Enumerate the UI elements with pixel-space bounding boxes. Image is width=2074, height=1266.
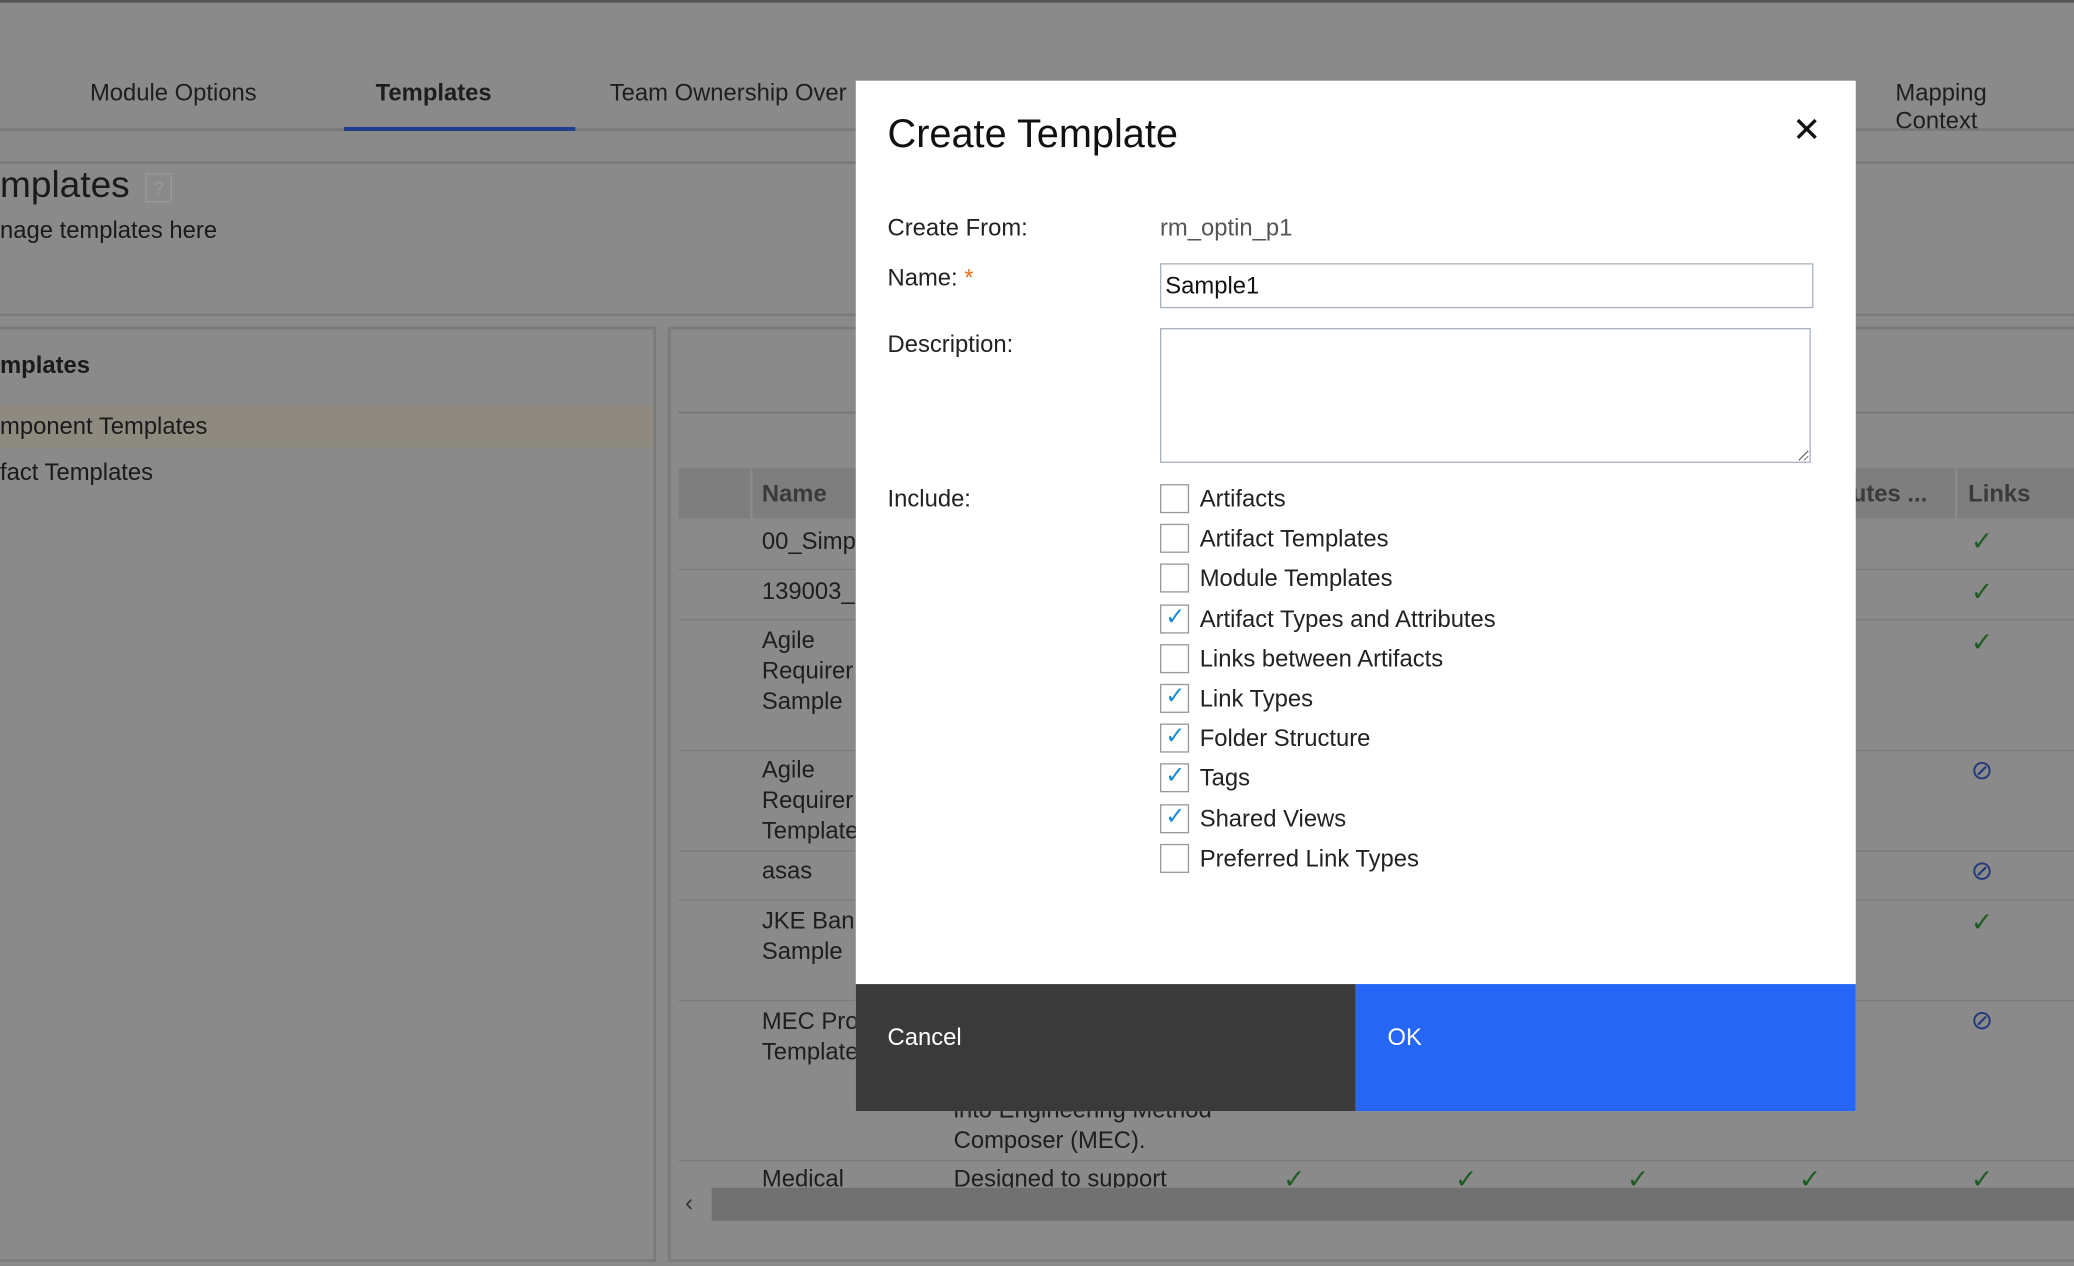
table-row-name[interactable]: 139003_ [762, 577, 855, 607]
dialog-title: Create Template [887, 112, 1178, 157]
table-row-name[interactable]: Agile Requirer Sample [762, 626, 853, 717]
include-checkbox[interactable] [1160, 563, 1190, 594]
top-border [0, 0, 2074, 3]
left-panel-item-artifact-templates[interactable]: fact Templates [0, 459, 153, 487]
include-checkbox-label[interactable]: Folder Structure [1200, 725, 1371, 753]
left-panel-title: mplates [0, 351, 90, 379]
include-checkbox-label[interactable]: Shared Views [1200, 805, 1346, 833]
include-checkbox-label[interactable]: Tags [1200, 765, 1250, 793]
left-panel-item-component-templates[interactable]: mponent Templates [0, 413, 207, 441]
name-label: Name: * [888, 265, 974, 293]
name-line: Agile [761, 626, 815, 654]
create-from-value: rm_optin_p1 [1160, 214, 1293, 241]
name-line: Template [761, 1038, 859, 1065]
tab-mapping-context[interactable]: Mapping Context [1895, 79, 2074, 135]
description-label: Description: [887, 330, 1014, 358]
not-allowed-icon: ⊘ [1970, 756, 1993, 786]
include-checkbox[interactable] [1160, 484, 1190, 514]
not-allowed-icon: ⊘ [1970, 857, 1993, 887]
include-checkbox-label[interactable]: Preferred Link Types [1200, 845, 1419, 873]
name-label-text: Name: [887, 264, 958, 291]
column-header-name[interactable]: Name [762, 479, 827, 509]
name-line: Template [761, 817, 859, 844]
name-line: Agile [761, 756, 815, 784]
tab-module-options[interactable]: Module Options [90, 79, 257, 107]
name-line: Sample [761, 687, 843, 715]
check-icon: ✓ [1970, 908, 1993, 938]
create-template-dialog: Create Template ✕ Create From: rm_optin_… [855, 80, 1856, 1112]
name-line: Requirer [761, 787, 854, 814]
include-checkbox[interactable] [1160, 643, 1190, 673]
table-row-name[interactable]: 00_Simp [762, 526, 856, 556]
tab-templates[interactable]: Templates [376, 79, 492, 107]
include-checkbox[interactable] [1160, 524, 1190, 554]
include-checkbox-label[interactable]: Artifacts [1200, 485, 1286, 513]
not-allowed-icon: ⊘ [1970, 1006, 1993, 1036]
include-label: Include: [887, 485, 971, 512]
include-checkbox[interactable] [1160, 683, 1190, 713]
table-row-name[interactable]: JKE Ban Sample [762, 906, 855, 967]
name-line: JKE Ban [761, 907, 855, 934]
include-checkbox[interactable] [1160, 802, 1190, 833]
cancel-label: Cancel [887, 1023, 962, 1051]
help-icon[interactable]: ? [145, 173, 172, 203]
tab-team-ownership[interactable]: Team Ownership Over [610, 79, 847, 107]
check-icon: ✓ [1970, 628, 1993, 658]
cancel-button[interactable]: Cancel [855, 984, 1356, 1112]
name-input[interactable] [1160, 263, 1814, 309]
app: Module Options Templates Team Ownership … [0, 0, 2074, 1266]
required-mark: * [964, 264, 974, 291]
table-row-name[interactable]: Agile Requirer Template [762, 755, 859, 846]
include-checkbox-label[interactable]: Links between Artifacts [1200, 645, 1444, 673]
desc-line: Composer (MEC). [953, 1126, 1146, 1154]
scroll-left-icon[interactable]: ‹ [685, 1189, 693, 1217]
table-row-name[interactable]: MEC Pro Template [762, 1007, 859, 1068]
name-line: Sample [761, 937, 843, 965]
include-checkbox-label[interactable]: Artifact Templates [1200, 525, 1389, 553]
col-divider [1954, 468, 1958, 519]
table-row-name[interactable]: asas [762, 856, 812, 886]
include-checkbox[interactable] [1160, 722, 1190, 753]
column-header-attributes[interactable]: utes ... [1852, 479, 1927, 509]
check-icon: ✓ [1970, 578, 1993, 608]
row-divider [678, 1160, 2074, 1162]
close-icon[interactable]: ✕ [1792, 110, 1821, 151]
name-line: MEC Pro [761, 1007, 859, 1035]
page-title: mplates [0, 164, 130, 206]
include-checkbox[interactable] [1160, 843, 1190, 873]
active-tab-underline [343, 126, 576, 131]
include-checkbox-label[interactable]: Link Types [1200, 685, 1313, 713]
scrollbar-thumb[interactable] [711, 1187, 2074, 1221]
ok-button[interactable]: OK [1355, 984, 1856, 1112]
column-header-links[interactable]: Links [1968, 479, 2030, 509]
description-textarea[interactable] [1160, 328, 1811, 463]
ok-label: OK [1387, 1023, 1422, 1051]
include-checkbox-label[interactable]: Artifact Types and Attributes [1200, 605, 1496, 633]
include-checkbox[interactable] [1160, 603, 1190, 634]
col-divider [749, 468, 753, 519]
create-from-label: Create From: [887, 214, 1028, 241]
include-checkbox-label[interactable]: Module Templates [1200, 565, 1393, 593]
include-checkbox[interactable] [1160, 762, 1190, 793]
check-icon: ✓ [1970, 527, 1993, 557]
name-line: Requirer [761, 657, 854, 684]
page-subtitle: nage templates here [0, 216, 218, 244]
